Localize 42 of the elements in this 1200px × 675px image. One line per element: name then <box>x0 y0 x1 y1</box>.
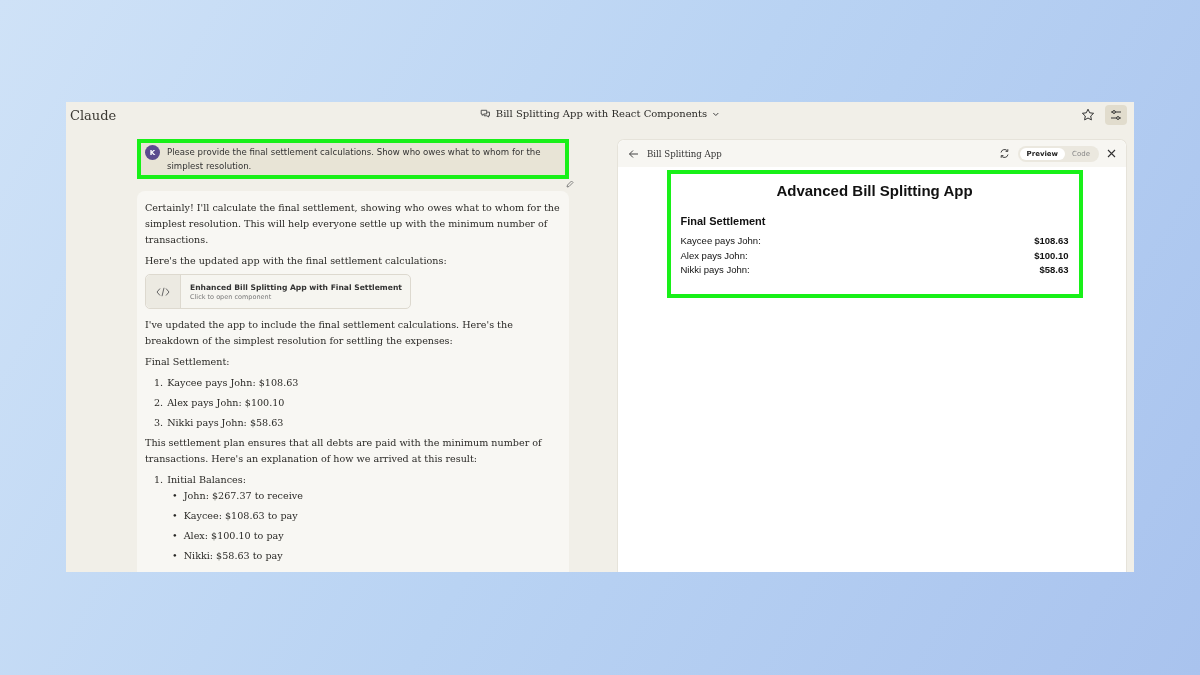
preview-heading: Advanced Bill Splitting App <box>775 182 974 199</box>
pencil-icon[interactable] <box>565 179 575 189</box>
list-item-text: Kaycee pays John: $108.63 <box>167 376 299 390</box>
message-paragraph: Certainly! I'll calculate the final settlement, showing who owes what to whom for the simplest resolution. This will help everyone settle up with the minimum number of transactions. <box>145 201 561 247</box>
payment-amount: $108.63 <box>1034 234 1069 248</box>
list-item-text: Nikki: $58.63 to pay <box>183 549 283 563</box>
payment-label: Kaycee pays John: <box>680 234 761 248</box>
refresh-icon[interactable] <box>998 148 1010 159</box>
message-paragraph: This settlement plan ensures that all debts are paid with the minimum number of transactions. Here's an explanation of how we arrived at this result: <box>145 436 543 466</box>
payment-amount: $58.63 <box>1039 263 1069 277</box>
app-name: Claude <box>70 107 117 123</box>
message-paragraph: I've updated the app to include the final settlement calculations. Here's the breakdown of the simplest resolution for settling the expenses: <box>145 318 514 348</box>
list-number: 3. <box>154 416 164 430</box>
preview-subheading: Final Settlement <box>680 215 767 227</box>
payment-amount: $100.10 <box>1034 248 1069 263</box>
bullet-mark: • <box>172 509 178 523</box>
payment-label: Alex pays John: <box>680 248 748 263</box>
list-item-text: Initial Balances: <box>167 473 246 487</box>
close-icon[interactable] <box>1107 149 1116 158</box>
back-arrow-icon[interactable] <box>628 148 639 159</box>
panel-title: Bill Splitting App <box>647 148 722 159</box>
list-item-text: Alex pays John: $100.10 <box>167 396 285 410</box>
list-item-text: John: $267.37 to receive <box>183 489 303 503</box>
settings-button[interactable] <box>1105 105 1127 125</box>
sliders-icon <box>1109 108 1123 122</box>
list-item-text: Kaycee: $108.63 to pay <box>183 509 298 523</box>
bullet-mark: • <box>172 549 178 563</box>
code-icon <box>156 286 170 297</box>
list-item-text: Nikki pays John: $58.63 <box>167 416 284 430</box>
list-item-text: Alex: $100.10 to pay <box>183 529 284 543</box>
bullet-mark: • <box>172 489 178 503</box>
chat-title-button[interactable]: Bill Splitting App with React Components <box>475 106 725 121</box>
list-number: 1. <box>154 473 164 487</box>
message-paragraph: Final Settlement: <box>145 355 231 369</box>
star-icon[interactable] <box>1081 108 1095 122</box>
chat-bubbles-icon <box>479 108 491 119</box>
message-paragraph: Here's the updated app with the final settlement calculations: <box>145 254 448 268</box>
user-message-text: Please provide the final settlement calculations. Show who owes what to whom for the simplest resolution. <box>167 146 542 173</box>
list-number: 1. <box>154 376 164 390</box>
list-number: 2. <box>154 396 164 410</box>
bullet-mark: • <box>172 529 178 543</box>
payment-label: Nikki pays John: <box>680 263 750 277</box>
